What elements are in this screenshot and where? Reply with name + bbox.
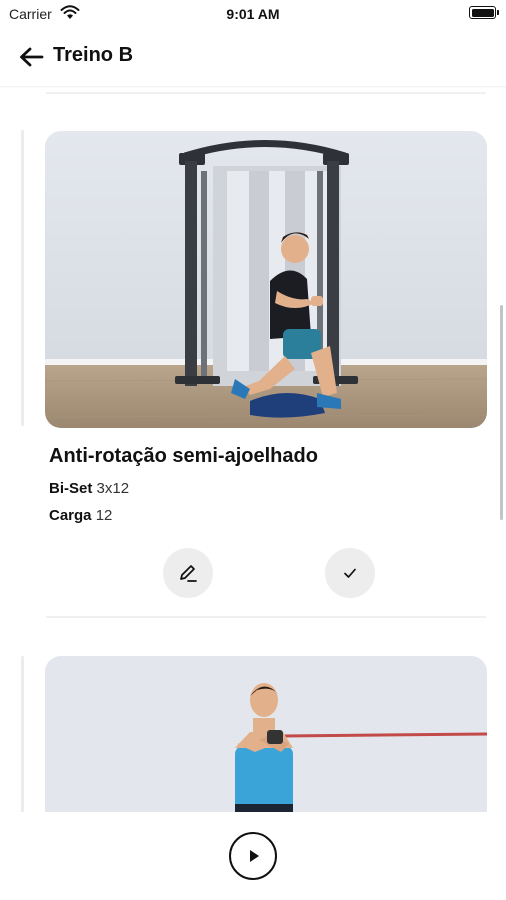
header-shadow <box>0 86 506 88</box>
complete-button[interactable] <box>325 548 375 598</box>
back-button[interactable] <box>16 42 46 72</box>
battery-icon <box>469 6 499 19</box>
exercise-set-info: Bi-Set 3x12 <box>49 480 129 497</box>
card-accent-line <box>21 656 24 816</box>
set-type-label: Bi-Set <box>49 480 93 497</box>
page-title: Treino B <box>53 44 134 66</box>
edit-button[interactable] <box>163 548 213 598</box>
pencil-icon <box>180 565 197 582</box>
play-icon <box>250 850 259 862</box>
exercise-image[interactable] <box>45 131 487 428</box>
exercise-image-2[interactable] <box>45 656 487 826</box>
exercise-load-info: Carga 12 <box>49 507 112 524</box>
check-icon <box>344 568 356 578</box>
play-button[interactable] <box>229 832 277 880</box>
divider <box>46 92 486 94</box>
app-header: Treino B <box>0 28 506 86</box>
clock: 9:01 AM <box>226 6 280 22</box>
card-accent-line <box>21 130 24 426</box>
status-bar: Carrier 9:01 AM <box>0 0 506 28</box>
load-label: Carga <box>49 507 92 524</box>
scrollbar[interactable] <box>500 305 503 520</box>
exercise-title: Anti-rotação semi-ajoelhado <box>49 445 318 467</box>
set-type-value: 3x12 <box>96 480 130 497</box>
bottom-bar <box>0 812 506 900</box>
arrow-left-icon <box>20 47 44 67</box>
divider <box>46 616 486 618</box>
load-value: 12 <box>95 507 113 524</box>
